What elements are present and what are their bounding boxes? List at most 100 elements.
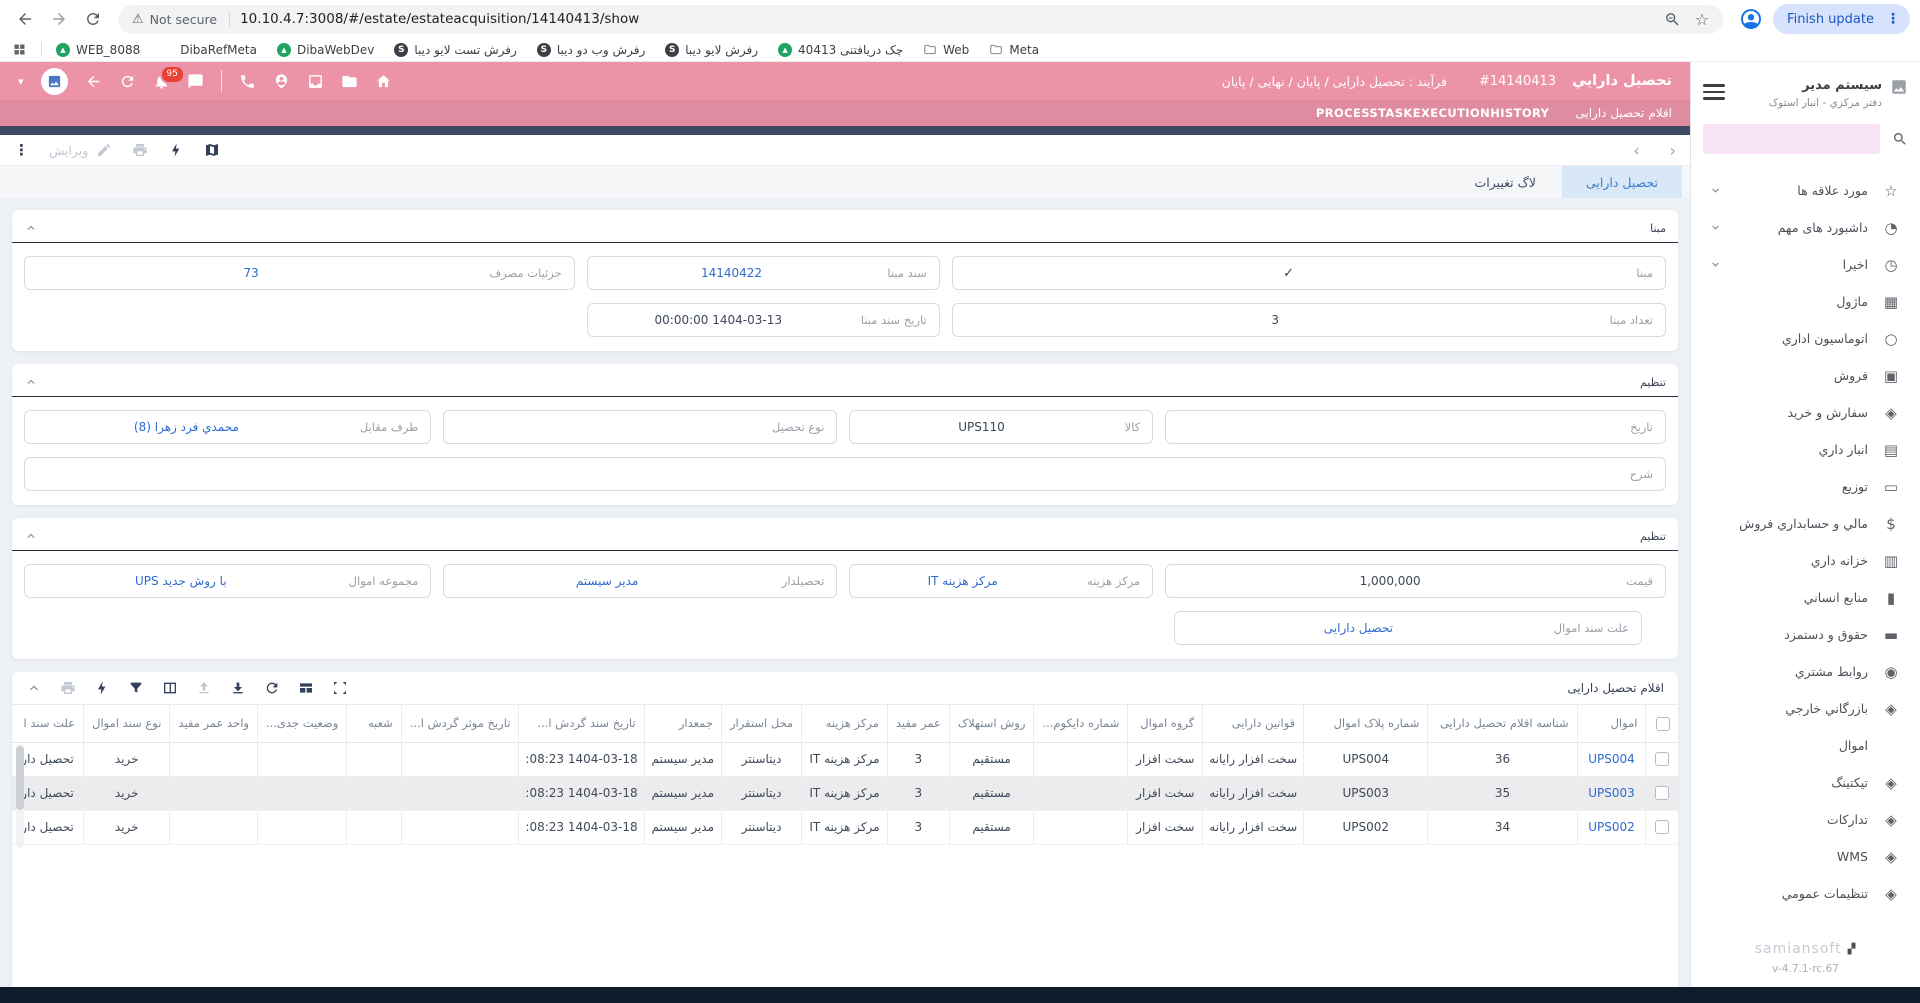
row-checkbox[interactable] (1646, 776, 1678, 810)
field-value[interactable]: مدیر سیستم (444, 574, 769, 588)
sidebar-item[interactable]: $مالي و حسابداري فروش (1699, 505, 1912, 542)
more-menu-icon[interactable]: ⋮ (14, 141, 29, 159)
asset-link-cell[interactable]: UPS004 (1577, 742, 1646, 776)
bookmark-item[interactable]: Sرفرش وب دو دیبا (537, 43, 645, 57)
prev-page-icon[interactable]: ‹ (1633, 141, 1639, 160)
columns-icon[interactable] (162, 680, 178, 696)
user-avatar[interactable] (41, 68, 68, 95)
print-icon[interactable] (60, 680, 76, 696)
tab-acquisition[interactable]: تحصیل دارایی (1562, 166, 1682, 198)
field-value[interactable]: محمدي فرد زهرا (8) (25, 420, 348, 434)
form-field[interactable]: مرکز هزینهمرکز هزینه IT (849, 564, 1153, 598)
browser-back-icon[interactable] (10, 4, 40, 34)
person-pin-icon[interactable] (273, 73, 290, 90)
sidebar-item[interactable]: ☆مورد علاقه ها (1699, 172, 1912, 209)
caret-down-icon[interactable]: ▾ (18, 75, 24, 88)
column-header[interactable]: شعبه (347, 705, 401, 742)
table-row[interactable]: UPS00436UPS004سخت افزار رایانهسخت افزارم… (12, 742, 1678, 776)
zoom-out-icon[interactable] (1664, 11, 1681, 28)
column-header[interactable]: واحد عمر مفید (170, 705, 258, 742)
select-all-checkbox[interactable] (1646, 705, 1678, 742)
form-field[interactable]: تحصیلدارمدیر سیستم (443, 564, 837, 598)
asset-link-cell[interactable]: UPS003 (1577, 776, 1646, 810)
notifications-icon[interactable]: 95 (153, 73, 170, 90)
chevron-down-icon[interactable] (1709, 184, 1722, 197)
tab-changelog[interactable]: لاگ تغییرات (1450, 166, 1559, 198)
column-header[interactable]: شناسه اقلام تحصیل دارایی (1428, 705, 1577, 742)
finish-update-button[interactable]: Finish update ⋮ (1773, 4, 1910, 34)
table-scrollbar[interactable] (16, 744, 24, 848)
filter-icon[interactable] (128, 680, 144, 696)
form-field[interactable]: نوع تحصیل (443, 410, 837, 444)
not-secure-badge[interactable]: ⚠ Not secure (132, 12, 230, 27)
sidebar-item[interactable]: ◈تنظیمات عمومي (1699, 875, 1912, 912)
sidebar-item[interactable]: ○اتوماسیون اداري (1699, 320, 1912, 357)
bookmark-item[interactable]: ▲WEB_8088 (56, 43, 140, 57)
checkbox-icon[interactable] (1655, 786, 1669, 800)
sidebar-item[interactable]: ▭توزیع (1699, 468, 1912, 505)
apps-grid-icon[interactable] (12, 42, 27, 57)
column-header[interactable]: وضعیت جدی... (257, 705, 346, 742)
form-field[interactable]: کالاUPS110 (849, 410, 1153, 444)
form-field[interactable]: سند مبنا14140422 (587, 256, 940, 290)
sidebar-item[interactable]: ◈بازرگاني خارجي (1699, 690, 1912, 727)
search-icon[interactable] (1892, 131, 1908, 147)
form-field[interactable]: مجموعه اموالUPS با روش جدید (24, 564, 431, 598)
column-header[interactable]: روش استهلاک (949, 705, 1034, 742)
form-field[interactable]: تاریخ (1165, 410, 1666, 444)
form-field[interactable]: طرف مقابلمحمدي فرد زهرا (8) (24, 410, 431, 444)
print-icon[interactable] (132, 142, 148, 158)
column-header[interactable]: مرکز هزینه (802, 705, 888, 742)
map-icon[interactable] (204, 142, 220, 158)
form-field[interactable]: تعداد مبنا3 (952, 303, 1666, 337)
form-field[interactable]: مبنا✓ (952, 256, 1666, 290)
collapse-icon[interactable] (24, 375, 38, 389)
next-page-icon[interactable]: › (1670, 141, 1676, 160)
column-header[interactable]: قوانین دارایی (1203, 705, 1304, 742)
field-value[interactable]: 14140422 (588, 266, 876, 280)
form-field[interactable]: علت سند اموالتحصیل دارایی (1174, 611, 1642, 645)
form-field[interactable]: قیمت1,000,000 (1165, 564, 1666, 598)
fullscreen-icon[interactable] (332, 680, 348, 696)
field-value[interactable]: 73 (25, 266, 477, 280)
profile-icon[interactable] (1739, 7, 1763, 31)
form-field[interactable]: جزئیات مصرف73 (24, 256, 575, 290)
table-row[interactable]: UPS00335UPS003سخت افزار رایانهسخت افزارم… (12, 776, 1678, 810)
asset-link-cell[interactable]: UPS002 (1577, 810, 1646, 844)
flash-icon[interactable] (94, 680, 110, 696)
checkbox-icon[interactable] (1655, 820, 1669, 834)
url-text[interactable]: 10.10.4.7:3008/#/estate/estateacquisitio… (240, 11, 639, 27)
bookmark-item[interactable]: Web (923, 43, 969, 57)
sidebar-item[interactable]: ◈تیکتینگ (1699, 764, 1912, 801)
field-value[interactable]: UPS با روش جدید (25, 574, 337, 588)
collapse-icon[interactable] (26, 680, 42, 696)
inbox-icon[interactable] (307, 73, 324, 90)
sidebar-item[interactable]: ◈سفارش و خرید (1699, 394, 1912, 431)
bookmark-item[interactable]: ▲چک دریافتنی 40413 (778, 43, 903, 57)
column-header[interactable]: تاریخ سند گردش ا... (519, 705, 644, 742)
search-input[interactable] (1703, 124, 1880, 154)
refresh-icon[interactable] (119, 73, 136, 90)
browser-reload-icon[interactable] (78, 4, 108, 34)
table-row[interactable]: UPS00234UPS002سخت افزار رایانهسخت افزارم… (12, 810, 1678, 844)
sidebar-item[interactable]: ▮منابع انساني (1699, 579, 1912, 616)
browser-menu-icon[interactable]: ⋮ (1882, 11, 1904, 27)
form-field[interactable]: شرح (24, 457, 1666, 491)
bookmark-item[interactable]: DibaRefMeta (160, 43, 257, 57)
collapse-icon[interactable] (24, 221, 38, 235)
column-header[interactable]: شماره دایکوم... (1034, 705, 1128, 742)
edit-button[interactable]: ویرایش (49, 142, 112, 158)
column-header[interactable]: جمعدار (644, 705, 721, 742)
address-bar[interactable]: ⚠ Not secure 10.10.4.7:3008/#/estate/est… (118, 5, 1723, 34)
view-table-icon[interactable] (298, 680, 314, 696)
column-header[interactable]: اموال (1577, 705, 1646, 742)
row-checkbox[interactable] (1646, 810, 1678, 844)
hamburger-menu-icon[interactable] (1703, 78, 1725, 100)
sidebar-item[interactable]: ◷اخیرا (1699, 246, 1912, 283)
bookmark-item[interactable]: Sرفرش لایو دیبا (665, 43, 758, 57)
bookmark-star-icon[interactable]: ☆ (1695, 10, 1709, 29)
folder-icon[interactable] (341, 73, 358, 90)
column-header[interactable]: شماره پلاک اموال (1304, 705, 1428, 742)
flash-icon[interactable] (168, 142, 184, 158)
column-header[interactable]: عمر مفید (887, 705, 949, 742)
